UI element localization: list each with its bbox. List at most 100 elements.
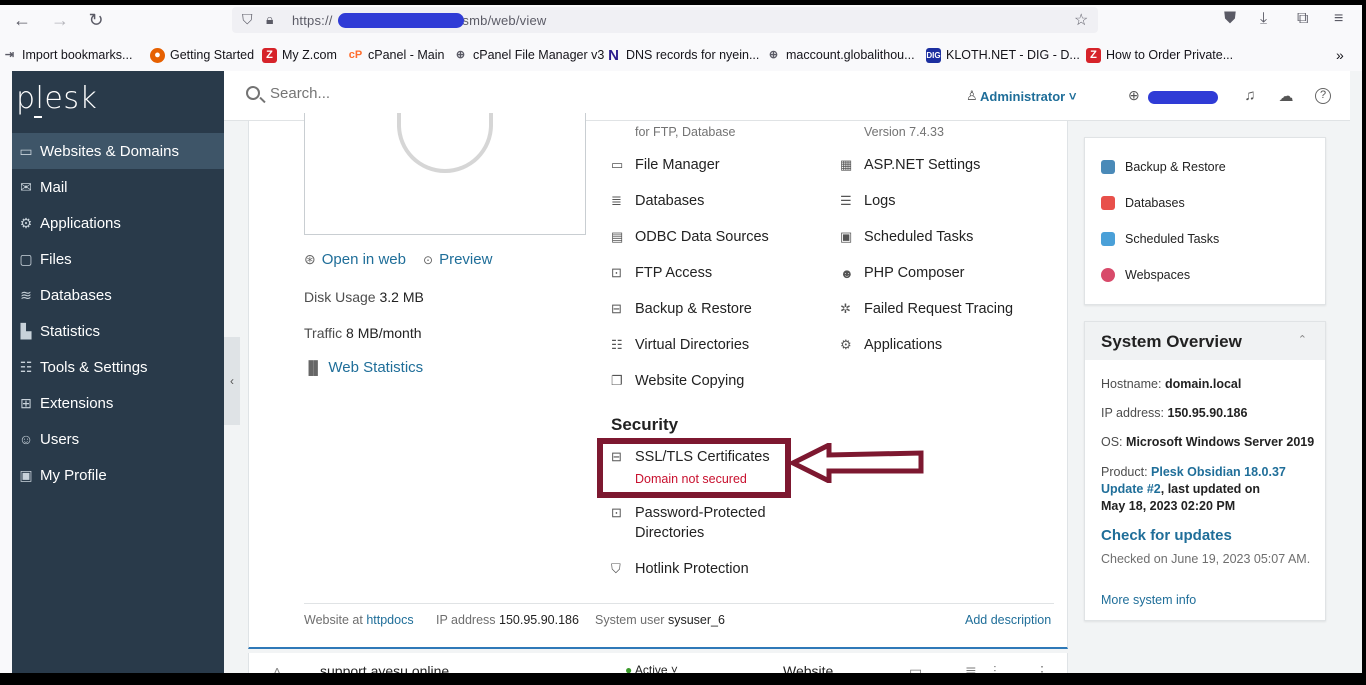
reload-icon[interactable]: ↻ xyxy=(82,8,110,32)
bar-chart-icon: ▙ xyxy=(20,322,32,339)
bookmarks-overflow-icon[interactable]: » xyxy=(1336,46,1344,64)
ssl-certificates-link[interactable]: ⊟ SSL/TLS Certificates xyxy=(611,449,770,465)
domain-row[interactable]: ˄ support.ayesu.online ● Active ˅ Websit… xyxy=(248,653,1068,673)
sidebar-collapse-chevron-icon[interactable]: ‹ xyxy=(224,337,240,425)
bookmark-kloth[interactable]: DIG KLOTH.NET - DIG - D... xyxy=(926,46,1080,64)
bookmark-getting-started[interactable]: ● Getting Started xyxy=(150,46,254,64)
bookmark-import[interactable]: ⇥ Import bookmarks... xyxy=(2,46,133,64)
right-link-label: Backup & Restore xyxy=(1125,160,1226,174)
sidebar-item-label: Applications xyxy=(40,214,121,232)
bookmark-label: Import bookmarks... xyxy=(22,48,133,62)
databases-link[interactable]: ≣ Databases xyxy=(611,193,704,209)
sidebar-item-files[interactable]: ▢ Files xyxy=(12,241,224,277)
folder-icon[interactable]: ▭ xyxy=(909,663,922,673)
logo-underline xyxy=(34,116,42,118)
database-icon[interactable]: ≣ xyxy=(965,663,977,673)
backup-icon: ⊟ xyxy=(611,301,622,316)
sidebar-item-my-profile[interactable]: ▣ My Profile xyxy=(12,457,224,493)
menu-icon[interactable]: ≡ xyxy=(1334,10,1343,28)
preview-link[interactable]: ⊙ Preview xyxy=(423,251,492,268)
bookmark-maccount[interactable]: ⊕ maccount.globalithou... xyxy=(766,46,915,64)
update-link[interactable]: Update #2 xyxy=(1101,482,1161,496)
sidebar-item-statistics[interactable]: ▙ Statistics xyxy=(12,313,224,349)
extensions-icon[interactable]: ⧉ xyxy=(1297,10,1308,28)
right-databases-link[interactable]: Databases xyxy=(1101,196,1185,210)
domain-name[interactable]: support.ayesu.online xyxy=(320,663,449,673)
database-icon: ≣ xyxy=(611,193,622,208)
sliders-icon[interactable]: ⫶ xyxy=(993,663,997,673)
website-preview[interactable] xyxy=(304,113,586,235)
plesk-logo[interactable]: plesk xyxy=(16,81,97,116)
chevron-up-icon[interactable]: ⌃ xyxy=(1298,333,1307,346)
url-bar[interactable]: ⛉ 🔒︎ https:///smb/web/view ☆ xyxy=(232,7,1098,33)
odbc-link[interactable]: ▤ ODBC Data Sources xyxy=(611,229,769,245)
httpdocs-link[interactable]: httpdocs xyxy=(366,613,413,627)
webspaces-icon xyxy=(1101,268,1115,282)
bookmark-cpanel-file-manager[interactable]: ⊕ cPanel File Manager v3 xyxy=(453,46,604,64)
bookmark-how-to-order[interactable]: Z How to Order Private... xyxy=(1086,46,1233,64)
applications-link[interactable]: ⚙ Applications xyxy=(840,337,942,353)
backup-restore-link[interactable]: ⊟ Backup & Restore xyxy=(611,301,752,317)
shield-icon[interactable]: ⛉ xyxy=(242,11,253,28)
bookmarks-bar: ⇥ Import bookmarks... ● Getting Started ZM… xyxy=(0,42,1362,68)
lock-icon[interactable]: 🔒︎ xyxy=(266,11,273,28)
notifications-bell-icon[interactable]: ♫ xyxy=(1241,87,1259,104)
eye-icon: ⊙ xyxy=(423,252,434,267)
globe-icon[interactable]: ⊕ xyxy=(1128,87,1140,104)
zcom-icon: Z xyxy=(262,47,277,63)
web-statistics-link[interactable]: ▐▌ Web Statistics xyxy=(304,359,423,376)
sidebar-item-users[interactable]: ☺ Users xyxy=(12,421,224,457)
right-scheduled-tasks-link[interactable]: Scheduled Tasks xyxy=(1101,232,1219,246)
bookmark-cpanel-main[interactable]: cP cPanel - Main xyxy=(348,46,445,64)
file-manager-link[interactable]: ▭ File Manager xyxy=(611,157,720,173)
right-webspaces-link[interactable]: Webspaces xyxy=(1101,268,1190,282)
expand-chevron-icon[interactable]: ˄ xyxy=(273,663,281,673)
website-copying-link[interactable]: ❐ Website Copying xyxy=(611,373,744,389)
sidebar-item-applications[interactable]: ⚙ Applications xyxy=(12,205,224,241)
sidebar-item-label: Files xyxy=(40,250,72,268)
search-input[interactable] xyxy=(270,85,570,102)
system-overview-header[interactable]: System Overview ⌃ xyxy=(1085,322,1325,360)
forward-arrow-icon[interactable]: → xyxy=(46,8,74,32)
check-for-updates-link[interactable]: Check for updates xyxy=(1101,527,1232,544)
scheduled-tasks-link[interactable]: ▣ Scheduled Tasks xyxy=(840,229,973,245)
preview-label: Preview xyxy=(439,251,493,268)
more-icon[interactable]: ⋮ xyxy=(1035,663,1049,673)
help-icon[interactable]: ? xyxy=(1315,88,1331,104)
open-in-web-link[interactable]: ⊛ Open in web xyxy=(304,251,406,268)
folder-icon: ▢ xyxy=(19,250,33,267)
password-protected-directories-link[interactable]: ⊡ Password-Protected xyxy=(611,505,766,521)
bookmark-my-zcom[interactable]: Z My Z.com xyxy=(262,46,337,64)
sidebar-item-websites-domains[interactable]: ▭ Websites & Domains xyxy=(12,133,224,169)
scrollbar[interactable] xyxy=(1350,71,1362,673)
star-icon[interactable]: ☆ xyxy=(1074,10,1088,30)
sidebar-item-extensions[interactable]: ⊞ Extensions xyxy=(12,385,224,421)
tool-label: Password-Protected xyxy=(635,505,766,521)
right-backup-restore-link[interactable]: Backup & Restore xyxy=(1101,160,1226,174)
database-icon xyxy=(1101,196,1115,210)
more-system-info-link[interactable]: More system info xyxy=(1101,592,1196,609)
tool-caption: for FTP, Database xyxy=(635,125,736,139)
administrator-menu[interactable]: Administrator ˅ xyxy=(980,89,1076,104)
tool-label-continued[interactable]: Directories xyxy=(635,525,704,541)
cloud-icon[interactable]: ☁ xyxy=(1277,87,1295,105)
add-description-link[interactable]: Add description xyxy=(965,613,1051,627)
php-composer-link[interactable]: ☻ PHP Composer xyxy=(840,265,964,281)
back-arrow-icon[interactable]: ← xyxy=(8,8,36,32)
tool-label: SSL/TLS Certificates xyxy=(635,449,770,465)
pocket-icon[interactable]: ⛊ xyxy=(1224,10,1236,28)
bookmark-label: My Z.com xyxy=(282,48,337,62)
sidebar-item-mail[interactable]: ✉ Mail xyxy=(12,169,224,205)
virtual-directories-link[interactable]: ☷ Virtual Directories xyxy=(611,337,749,353)
ftp-access-link[interactable]: ⊡ FTP Access xyxy=(611,265,712,281)
logs-link[interactable]: ☰ Logs xyxy=(840,193,895,209)
download-icon[interactable]: ⤓ xyxy=(1260,10,1267,28)
bookmark-dns-records[interactable]: N DNS records for nyein... xyxy=(606,46,759,64)
failed-request-tracing-link[interactable]: ✲ Failed Request Tracing xyxy=(840,301,1013,317)
aspnet-settings-link[interactable]: ▦ ASP.NET Settings xyxy=(840,157,980,173)
sidebar-item-tools-settings[interactable]: ☷ Tools & Settings xyxy=(12,349,224,385)
product-link[interactable]: Plesk Obsidian 18.0.37 xyxy=(1151,465,1286,479)
status-badge[interactable]: ● Active ˅ xyxy=(625,663,678,673)
hotlink-protection-link[interactable]: ⛉ Hotlink Protection xyxy=(611,561,749,577)
sidebar-item-databases[interactable]: ≋ Databases xyxy=(12,277,224,313)
